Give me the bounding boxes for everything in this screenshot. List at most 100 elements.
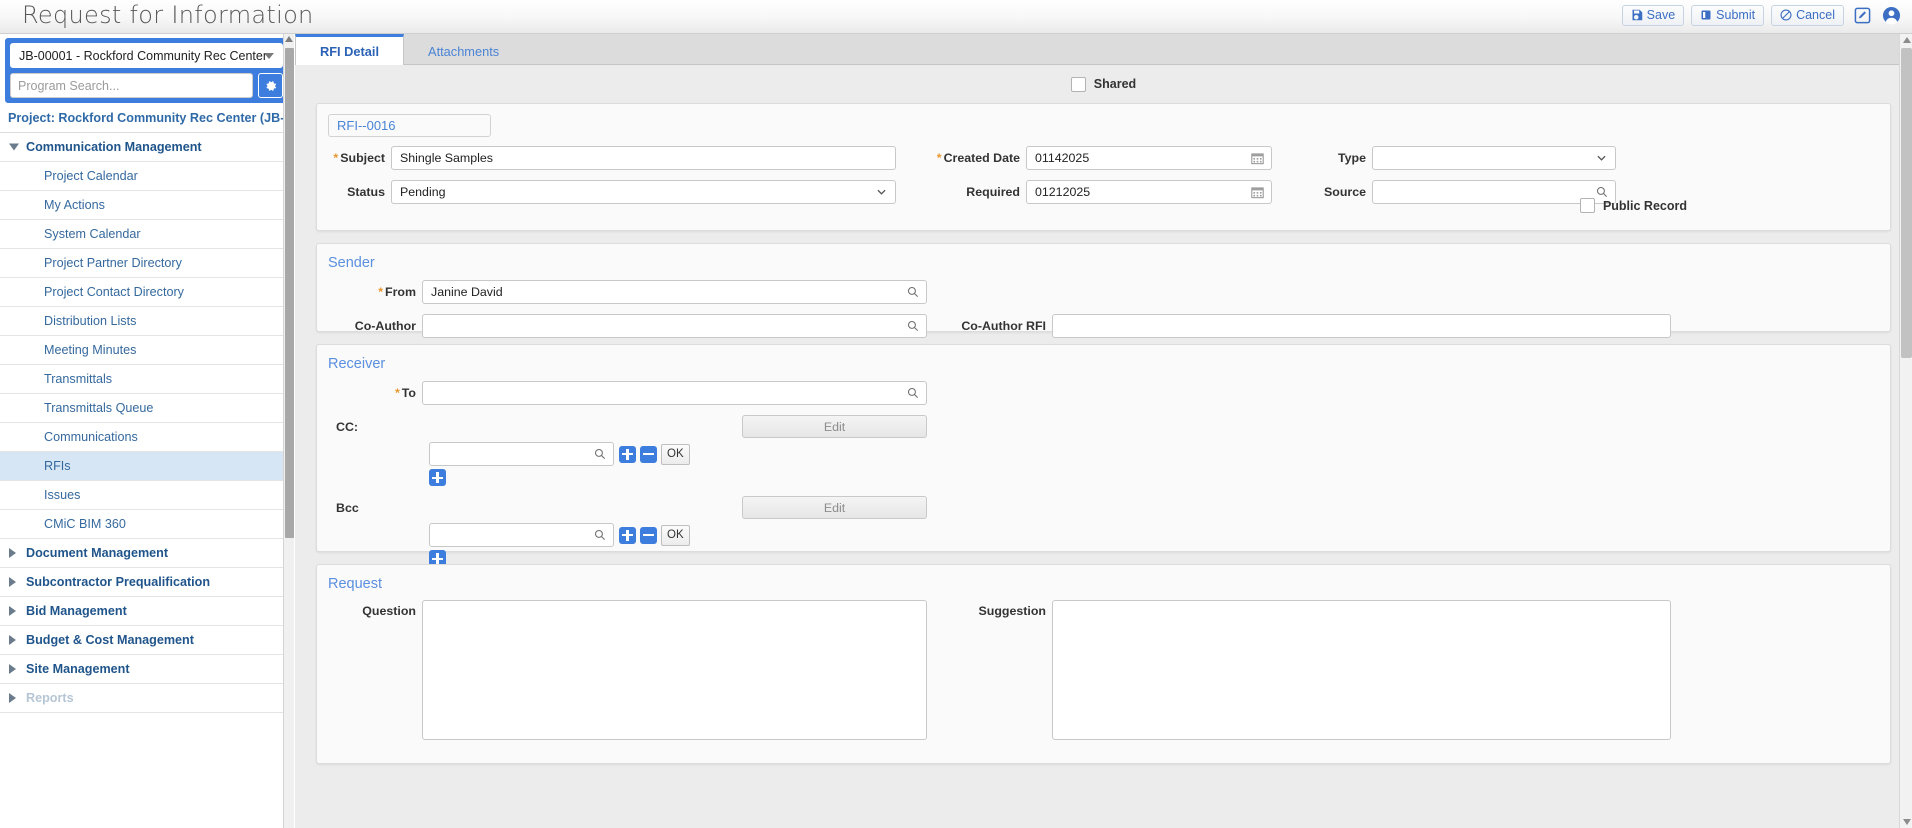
required-indicator: * (378, 285, 384, 299)
cc-add-button[interactable] (619, 445, 636, 463)
sidebar-item-system-calendar[interactable]: System Calendar (0, 220, 293, 249)
sidebar-item-my-actions[interactable]: My Actions (0, 191, 293, 220)
gear-icon[interactable] (258, 73, 283, 98)
bcc-add-button[interactable] (619, 526, 636, 544)
sidebar-item-cmic-bim-360[interactable]: CMiC BIM 360 (0, 510, 293, 539)
sidebar-item-transmittals-queue[interactable]: Transmittals Queue (0, 394, 293, 423)
cancel-icon (1780, 9, 1792, 21)
sidebar-item-meeting-minutes[interactable]: Meeting Minutes (0, 336, 293, 365)
created-date-label: Created Date (943, 151, 1020, 165)
sidebar-item-communication-management[interactable]: Communication Management (0, 133, 293, 162)
triangle-right-icon[interactable] (9, 693, 16, 703)
sidebar-item-label: Transmittals (44, 372, 113, 386)
sidebar-item-issues[interactable]: Issues (0, 481, 293, 510)
sidebar-item-label: My Actions (44, 198, 105, 212)
triangle-right-icon[interactable] (9, 577, 16, 587)
sidebar-item-bid-management[interactable]: Bid Management (0, 597, 293, 626)
sidebar-item-subcontractor-prequalification[interactable]: Subcontractor Prequalification (0, 568, 293, 597)
triangle-right-icon[interactable] (9, 548, 16, 558)
search-input[interactable] (10, 73, 253, 98)
type-select[interactable] (1372, 146, 1616, 170)
suggestion-textarea[interactable] (1052, 600, 1671, 740)
scroll-down-arrow-icon[interactable] (1902, 819, 1911, 825)
status-select[interactable]: Pending (391, 180, 896, 204)
tab-label: RFI Detail (320, 43, 380, 59)
triangle-right-icon[interactable] (9, 664, 16, 674)
receiver-card: Receiver * To CC: Edit OK Bcc Edit OK (316, 344, 1891, 567)
cc-edit-button[interactable]: Edit (742, 415, 927, 438)
from-input[interactable]: Janine David (422, 280, 927, 304)
sidebar-item-project-partner-directory[interactable]: Project Partner Directory (0, 249, 293, 278)
triangle-down-icon[interactable] (9, 143, 19, 151)
sidebar-item-distribution-lists[interactable]: Distribution Lists (0, 307, 293, 336)
triangle-right-icon[interactable] (9, 606, 16, 616)
cc-add-row-button[interactable] (429, 469, 446, 486)
required-indicator: * (936, 151, 942, 165)
cc-ok-button[interactable]: OK (661, 443, 690, 465)
bcc-remove-button[interactable] (640, 526, 657, 544)
sidebar-item-project-calendar[interactable]: Project Calendar (0, 162, 293, 191)
sender-section-title: Sender (328, 255, 375, 271)
project-select[interactable]: JB-00001 - Rockford Community Rec Center (10, 43, 283, 68)
cancel-button[interactable]: Cancel (1771, 4, 1844, 26)
question-label: Question (362, 604, 416, 618)
bcc-edit-label: Edit (823, 500, 846, 515)
coauthor-input[interactable] (422, 314, 927, 338)
tab-rfi-detail[interactable]: RFI Detail (295, 34, 405, 65)
required-indicator: * (394, 386, 400, 400)
sidebar-item-budget-cost-management[interactable]: Budget & Cost Management (0, 626, 293, 655)
main-scroll-thumb[interactable] (1901, 48, 1912, 358)
cancel-label: Cancel (1796, 8, 1835, 22)
public-record-checkbox[interactable] (1579, 198, 1595, 213)
scroll-up-arrow-icon[interactable] (285, 36, 293, 42)
required-date-input[interactable]: 01212025 (1026, 180, 1272, 204)
created-date-input[interactable]: 01142025 (1026, 146, 1272, 170)
suggestion-label: Suggestion (978, 604, 1046, 618)
bcc-ok-button[interactable]: OK (661, 524, 690, 546)
sidebar-item-label: Meeting Minutes (44, 343, 137, 357)
coauthor-rfi-label: Co-Author RFI (961, 319, 1046, 333)
sidebar-item-rfis[interactable]: RFIs (0, 452, 293, 481)
tab-label: Attachments (428, 43, 500, 59)
main-scrollbar[interactable] (1899, 34, 1912, 828)
project-selector-wrap: JB-00001 - Rockford Community Rec Center (5, 38, 288, 103)
sidebar-item-label: Transmittals Queue (44, 401, 154, 415)
project-breadcrumb: Project: Rockford Community Rec Center (… (0, 103, 293, 133)
sidebar-item-document-management[interactable]: Document Management (0, 539, 293, 568)
search-icon (1596, 186, 1608, 198)
sidebar-item-label: Issues (44, 488, 81, 502)
request-section-title: Request (328, 576, 383, 592)
sidebar-scroll-thumb[interactable] (285, 48, 294, 538)
bcc-edit-button[interactable]: Edit (742, 496, 927, 519)
shared-checkbox[interactable] (1070, 76, 1086, 92)
to-input[interactable] (422, 381, 927, 405)
scroll-up-arrow-icon[interactable] (1902, 37, 1911, 43)
sidebar-item-transmittals[interactable]: Transmittals (0, 365, 293, 394)
to-label: To (401, 386, 416, 400)
edit-pencil-icon[interactable] (1851, 4, 1873, 26)
sidebar-item-label: Project Partner Directory (44, 256, 182, 270)
tab-attachments[interactable]: Attachments (404, 36, 523, 67)
sidebar-item-label: Site Management (26, 662, 130, 676)
sidebar-item-reports[interactable]: Reports (0, 684, 293, 713)
sidebar-nav: Communication Management Project Calendar… (0, 133, 293, 713)
save-button[interactable]: Save (1621, 4, 1685, 26)
coauthor-rfi-input[interactable] (1052, 314, 1671, 338)
triangle-right-icon[interactable] (9, 635, 16, 645)
page-title: Request for Information (22, 1, 314, 29)
sidebar-item-site-management[interactable]: Site Management (0, 655, 293, 684)
subject-input[interactable]: Shingle Samples (391, 146, 896, 170)
submit-button[interactable]: Submit (1691, 4, 1765, 26)
cc-ok-label: OK (667, 448, 684, 460)
user-avatar-icon[interactable] (1880, 4, 1902, 26)
sidebar-scrollbar[interactable] (283, 34, 294, 828)
cc-remove-button[interactable] (640, 445, 657, 463)
question-textarea[interactable] (422, 600, 927, 740)
chevron-down-icon (877, 189, 886, 195)
sidebar-item-communications[interactable]: Communications (0, 423, 293, 452)
search-icon (907, 387, 919, 399)
cc-search-input[interactable] (429, 442, 614, 466)
bcc-search-input[interactable] (429, 523, 614, 547)
sidebar-item-project-contact-directory[interactable]: Project Contact Directory (0, 278, 293, 307)
rfi-number-field[interactable]: RFI--0016 (328, 114, 491, 137)
